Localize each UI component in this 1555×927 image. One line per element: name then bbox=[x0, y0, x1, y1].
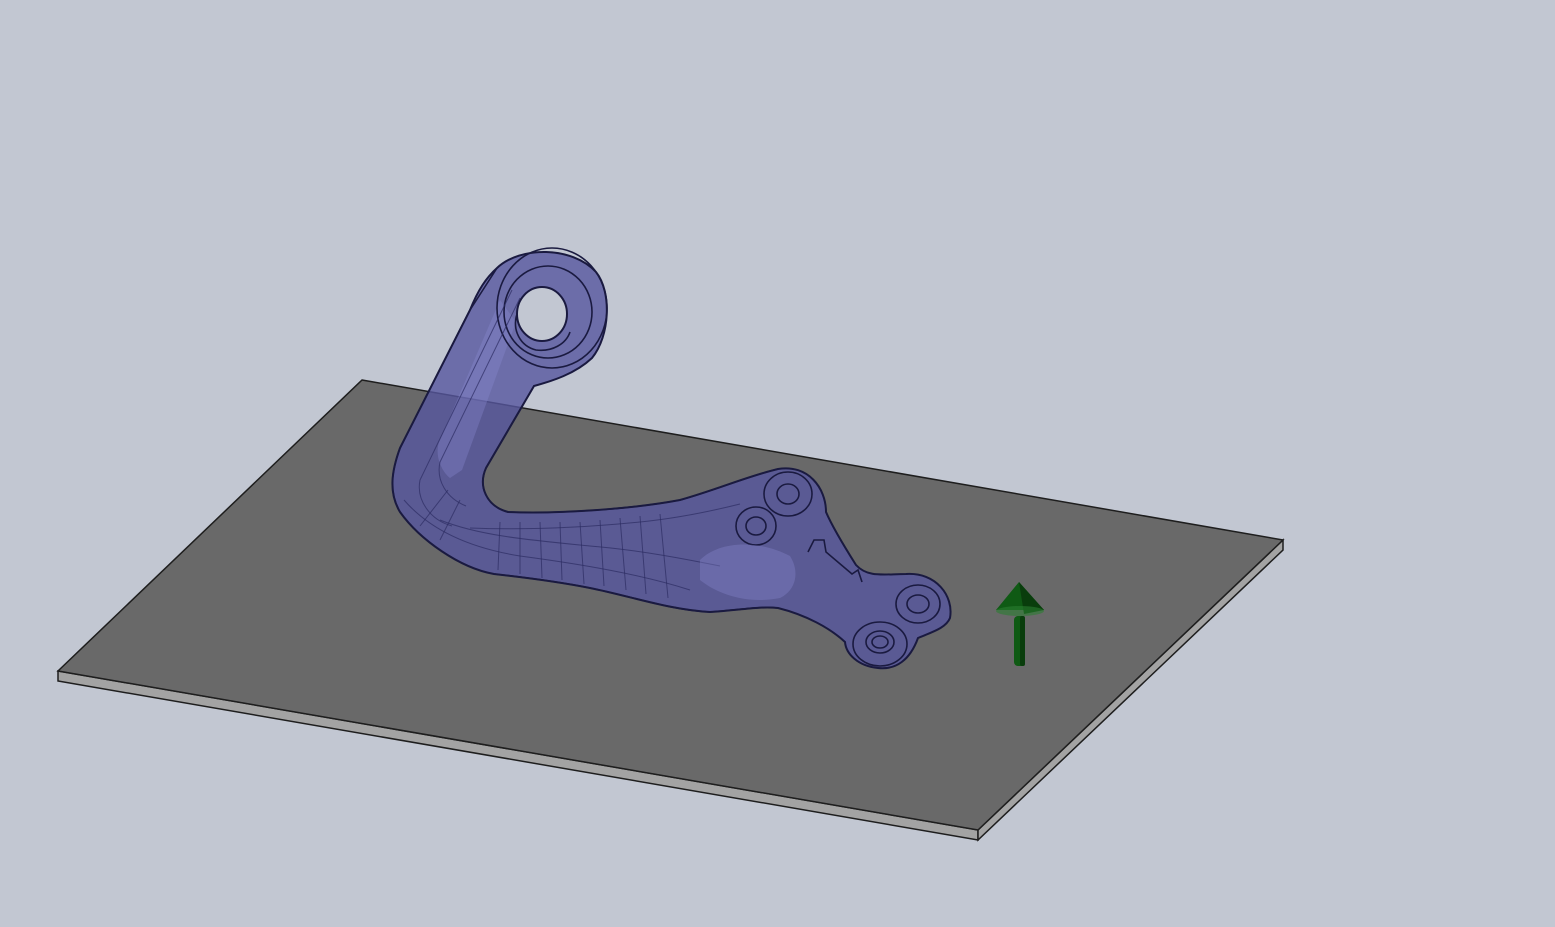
eye-bore bbox=[516, 286, 568, 342]
graphics-viewport[interactable] bbox=[0, 0, 1555, 927]
arrow-head-base bbox=[996, 606, 1044, 616]
model-scene[interactable] bbox=[0, 0, 1555, 927]
arrow-shaft-shade bbox=[1020, 616, 1025, 666]
